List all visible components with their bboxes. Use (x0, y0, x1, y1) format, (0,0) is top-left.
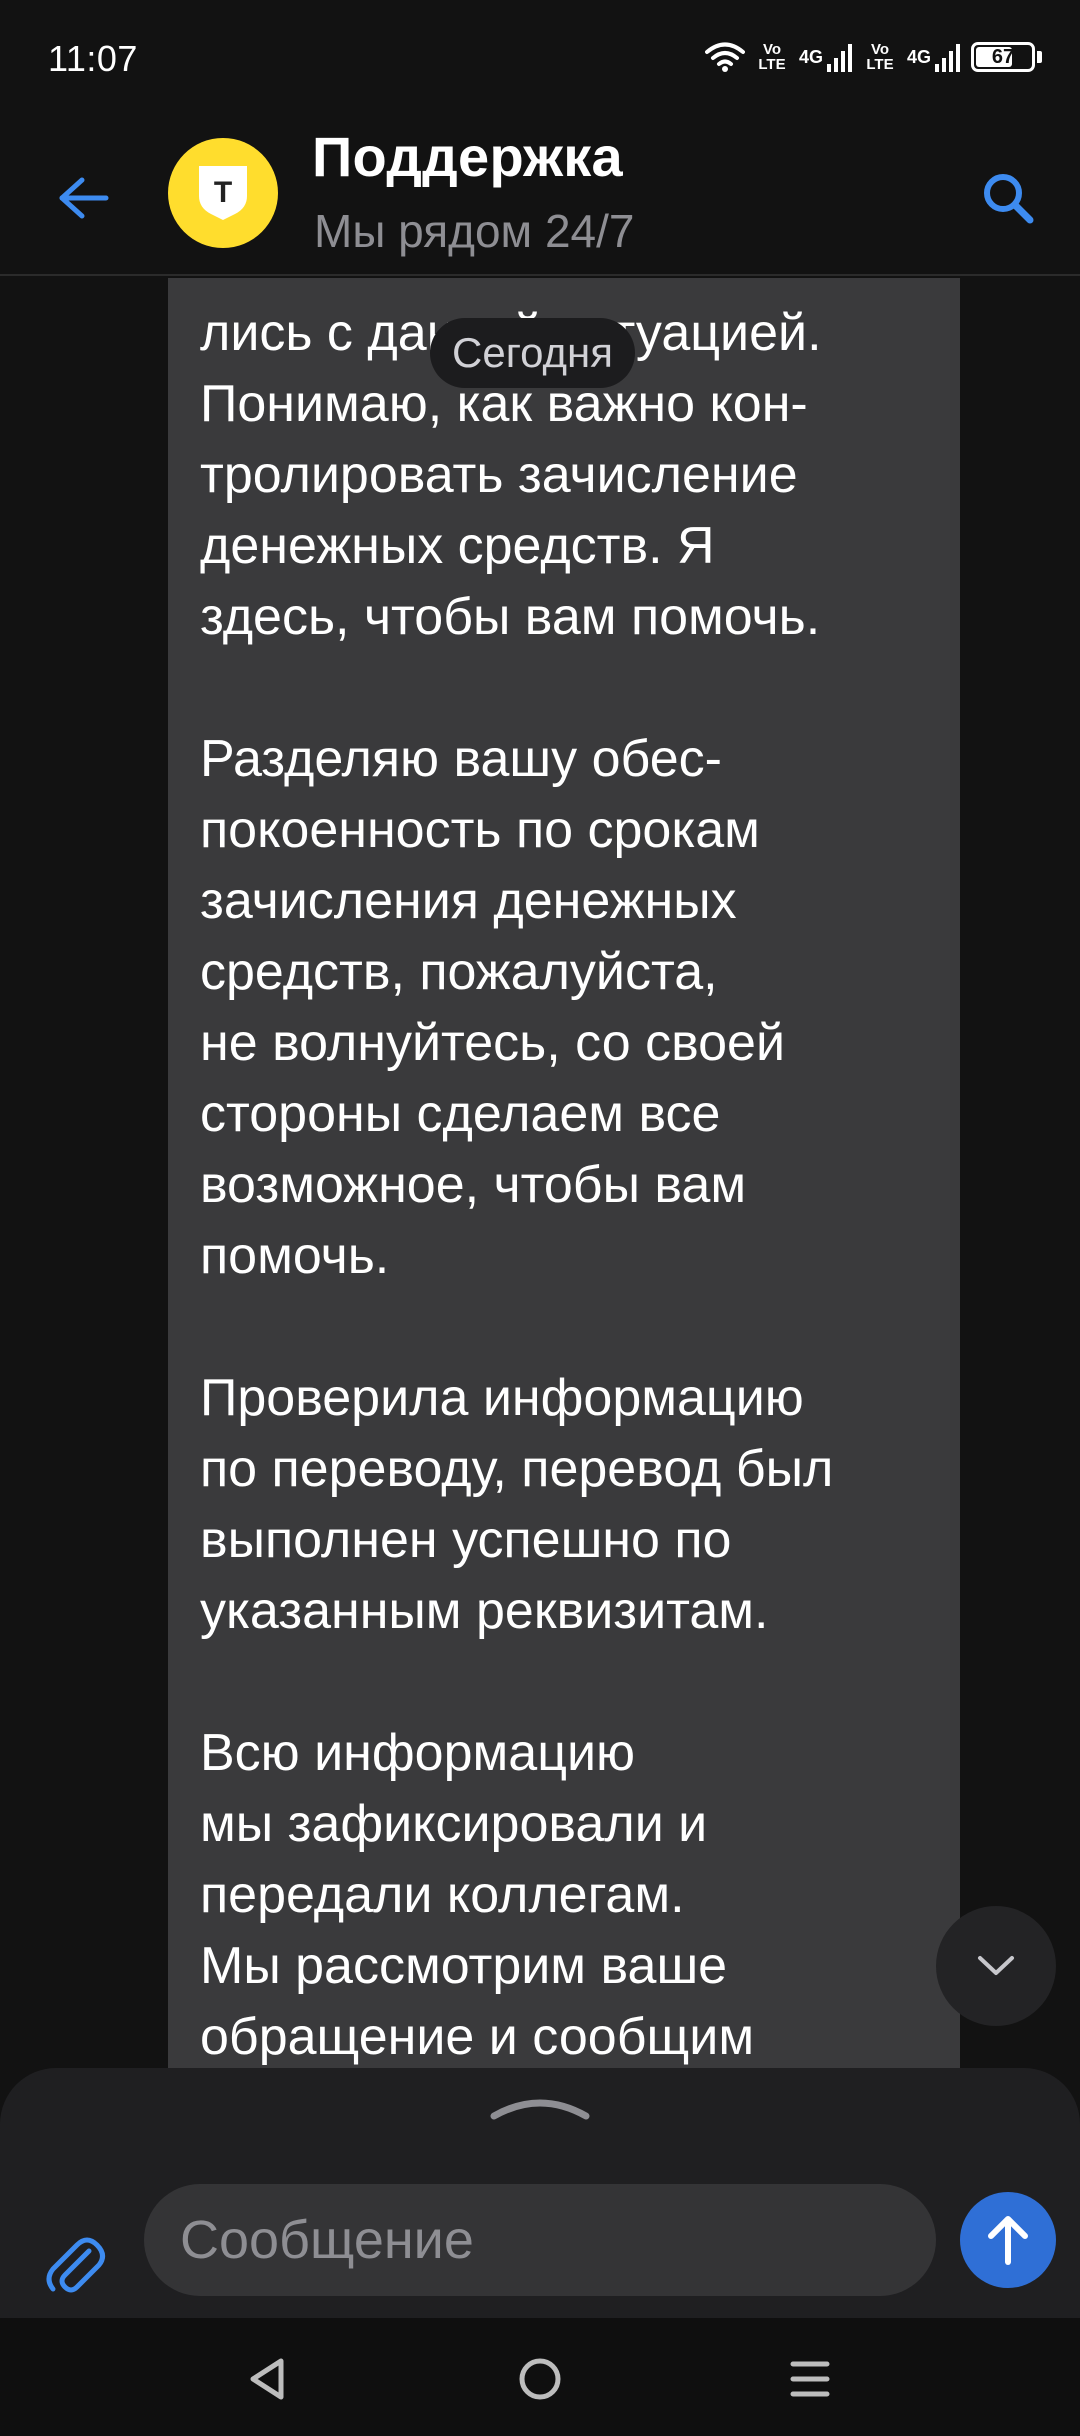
circle-home-icon (519, 2358, 561, 2400)
chat-header: Т Поддержка Мы рядом 24/7 (0, 118, 1080, 276)
volte-icon-1: Vo LTE (755, 42, 789, 72)
battery-tip (1037, 51, 1042, 63)
triangle-back-icon (250, 2358, 284, 2400)
status-icons: Vo LTE 4G Vo LTE 4G 67 (704, 36, 1042, 78)
message-composer (0, 2068, 1080, 2318)
status-bar: 11:07 Vo LTE 4G Vo LTE 4G 67 (0, 0, 1080, 118)
paperclip-icon (46, 2237, 105, 2293)
nav-home-button[interactable] (505, 2344, 575, 2414)
chat-subtitle: Мы рядом 24/7 (314, 205, 635, 257)
scroll-down-button[interactable] (936, 1906, 1056, 2026)
message-paragraph-3: Проверила информацию по переводу, перево… (200, 1369, 834, 1640)
chevron-down-icon (978, 1956, 1014, 1975)
message-paragraph-4: Всю информацию мы зафиксировали и переда… (200, 1724, 755, 2066)
message-input[interactable] (144, 2184, 936, 2296)
bank-logo-icon: Т (199, 166, 247, 220)
screen: 11:07 Vo LTE 4G Vo LTE 4G 67 Т Поддержка… (0, 0, 1080, 2436)
arrow-left-icon (59, 177, 109, 219)
volte-top-1: Vo (762, 41, 781, 58)
date-separator: Сегодня (430, 318, 635, 388)
network-type-1: 4G (798, 46, 823, 67)
avatar[interactable]: Т (168, 138, 278, 248)
nav-back-button[interactable] (232, 2344, 302, 2414)
attach-button[interactable] (38, 2230, 114, 2306)
volte-bottom-1: LTE (758, 56, 786, 73)
message-paragraph-2: Разделяю вашу обес- покоенность по срока… (200, 730, 786, 1285)
network-type-2: 4G (906, 46, 931, 67)
send-button[interactable] (960, 2192, 1056, 2288)
volte-top-2: Vo (870, 41, 890, 58)
search-button[interactable] (972, 162, 1044, 234)
signal-icon-2 (935, 44, 960, 72)
battery-icon: 67 (971, 42, 1035, 72)
expand-handle-icon[interactable] (488, 2092, 592, 2122)
volte-icon-2: Vo LTE (863, 42, 897, 72)
back-button[interactable] (52, 166, 116, 230)
system-nav-bar (0, 2318, 1080, 2436)
message-bubble[interactable]: лись с данной ситуацией. Понимаю, как ва… (168, 278, 960, 2068)
battery-level: 67 (991, 45, 1015, 68)
chat-area[interactable]: лись с данной ситуацией. Понимаю, как ва… (0, 278, 1080, 2068)
status-time: 11:07 (48, 38, 138, 79)
search-icon (984, 174, 1034, 224)
chat-title: Поддержка (312, 125, 624, 188)
volte-bottom-2: LTE (866, 56, 894, 73)
menu-lines-icon (790, 2361, 830, 2397)
nav-recents-button[interactable] (775, 2344, 845, 2414)
arrow-up-icon (988, 2216, 1028, 2265)
signal-icon-1 (826, 44, 852, 72)
avatar-letter: Т (214, 176, 232, 209)
wifi-icon (704, 42, 745, 72)
